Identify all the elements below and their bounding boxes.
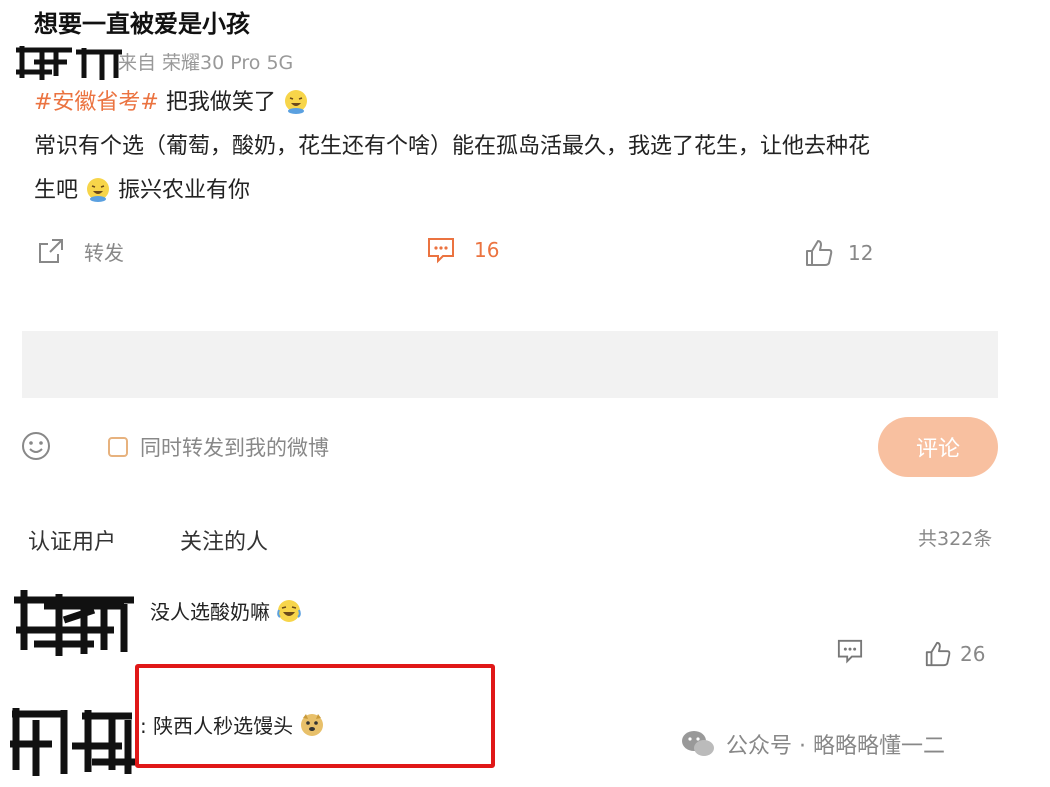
post-text-fragment: 振兴农业有你 [118, 178, 251, 203]
forward-label: 转发 [84, 240, 124, 265]
comment-like-button[interactable]: 26 [924, 640, 985, 668]
tab-following[interactable]: 关注的人 [180, 524, 268, 556]
reply-button[interactable] [836, 638, 864, 664]
like-count: 12 [848, 241, 874, 265]
redacted-avatar-scribble [14, 590, 134, 656]
laughing-emoji-icon [284, 90, 307, 114]
comment-like-count: 26 [960, 642, 986, 666]
post-text-fragment: 把我做笑了 [158, 90, 276, 115]
topic-link[interactable]: #安徽省考# [34, 90, 159, 115]
post-text-line1: #安徽省考# 把我做笑了 [34, 84, 309, 116]
post-author-title[interactable]: 想要一直被爱是小孩 [34, 4, 250, 39]
watermark-text: 公众号 · 略略略懂一二 [726, 734, 945, 759]
repost-option[interactable]: 同时转发到我的微博 [108, 432, 329, 462]
comment-total: 共322条 [918, 528, 993, 550]
list-item: 没人选酸奶嘛 [150, 596, 302, 625]
doge-emoji-icon [301, 714, 324, 736]
comment-text: 没人选酸奶嘛 [150, 600, 270, 624]
forward-button[interactable]: 转发 [36, 236, 124, 266]
comment-icon [428, 238, 454, 264]
repost-label: 同时转发到我的微博 [140, 436, 329, 460]
laughing-emoji-icon [87, 178, 110, 202]
comment-input[interactable] [22, 331, 998, 398]
post-text-fragment: 生吧 [34, 178, 79, 203]
thumbs-up-icon [806, 240, 833, 266]
comment-count: 16 [474, 238, 500, 262]
tab-verified-users[interactable]: 认证用户 [28, 524, 116, 556]
like-button[interactable]: 12 [804, 238, 873, 268]
post-source: 来自 荣耀30 Pro 5G [118, 52, 294, 74]
comment-button[interactable]: 16 [426, 236, 499, 264]
repost-checkbox[interactable] [108, 437, 128, 457]
redacted-avatar-scribble [10, 708, 138, 776]
wechat-icon [682, 731, 714, 756]
submit-comment-button[interactable]: 评论 [878, 417, 998, 477]
comment-icon [837, 639, 863, 664]
emoji-picker-icon[interactable] [20, 430, 52, 462]
thumbs-up-icon [925, 641, 951, 667]
list-item: : 陕西人秒选馒头 [140, 710, 325, 739]
crying-laughing-emoji-icon [277, 600, 302, 622]
post-text-line2: 常识有个选（葡萄，酸奶，花生还有个啥）能在孤岛活最久，我选了花生，让他去种花 [34, 134, 871, 159]
watermark: 公众号 · 略略略懂一二 [680, 728, 945, 760]
comment-text: : 陕西人秒选馒头 [140, 714, 294, 738]
post-text-line3: 生吧 振兴农业有你 [34, 172, 250, 204]
share-icon [39, 239, 63, 263]
